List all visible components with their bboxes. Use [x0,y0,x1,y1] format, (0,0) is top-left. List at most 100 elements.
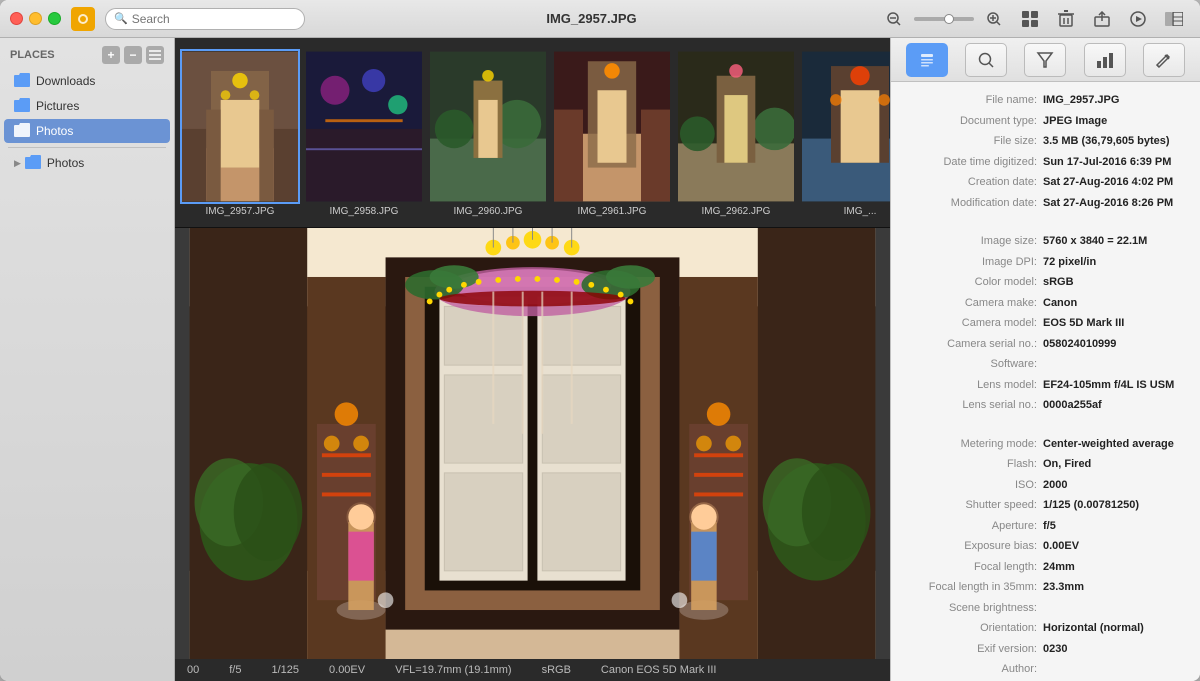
info-row-11: Camera model:EOS 5D Mark III [891,313,1200,334]
maximize-button[interactable] [48,12,61,25]
main-content: Places + − Downloads [0,38,1200,681]
info-value-10: Canon [1043,295,1188,312]
grid-view-button[interactable] [1014,5,1046,33]
toolbar-right [878,5,1190,33]
sidebar-item-pictures[interactable]: Pictures [4,94,170,118]
thumbnail-strip[interactable]: IMG_2957.JPG [175,38,890,228]
info-row-19: ISO:2000 [891,475,1200,496]
sidebar-toggle-button[interactable] [1158,5,1190,33]
info-label-11: Camera model: [903,315,1043,332]
folder-photos-icon [14,123,30,139]
info-value-7: 5760 x 3840 = 22.1M [1043,233,1188,250]
info-value-27: 0230 [1043,641,1188,658]
zoom-out-button[interactable] [878,5,910,33]
thumbnail-item-3[interactable]: IMG_2961.JPG [552,49,672,217]
info-row-10: Camera make:Canon [891,293,1200,314]
info-label-21: Aperture: [903,518,1043,535]
info-label-22: Exposure bias: [903,538,1043,555]
info-value-20: 1/125 (0.00781250) [1043,497,1188,514]
info-row-12: Camera serial no.:058024010999 [891,334,1200,355]
info-row-5: Modification date:Sat 27-Aug-2016 8:26 P… [891,193,1200,214]
thumbnail-item-0[interactable]: IMG_2957.JPG [180,49,300,217]
status-focal: VFL=19.7mm (19.1mm) [395,664,511,676]
info-label-9: Color model: [903,274,1043,291]
sidebar-remove-button[interactable]: − [124,46,142,64]
sidebar-downloads-label: Downloads [36,74,95,88]
sidebar-item-downloads[interactable]: Downloads [4,69,170,93]
window-title: IMG_2957.JPG [305,11,878,26]
status-bar: 00 f/5 1/125 0.00EV VFL=19.7mm (19.1mm) … [175,659,890,681]
sidebar-add-button[interactable]: + [102,46,120,64]
titlebar: 🔍 IMG_2957.JPG [0,0,1200,38]
info-value-2: 3.5 MB (36,79,605 bytes) [1043,133,1188,150]
info-label-28: Author: [903,661,1043,678]
search-bar[interactable]: 🔍 [105,8,305,30]
zoom-slider-container [914,17,974,21]
sidebar-group-photos[interactable]: ▶ Photos [4,152,170,174]
thumbnail-item-5[interactable]: IMG_... [800,49,890,217]
zoom-in-button[interactable] [978,5,1010,33]
status-colormodel: sRGB [542,664,571,676]
info-panel: File name:IMG_2957.JPGDocument type:JPEG… [890,38,1200,681]
info-row-17: Metering mode:Center-weighted average [891,434,1200,455]
sidebar: Places + − Downloads [0,38,175,681]
search-input[interactable] [132,12,296,26]
sidebar-item-photos[interactable]: Photos [4,119,170,143]
info-label-7: Image size: [903,233,1043,250]
sidebar-pictures-label: Pictures [36,99,79,113]
close-button[interactable] [10,12,23,25]
info-label-24: Focal length in 35mm: [903,579,1043,596]
folder-group-icon [25,155,41,171]
info-btn-filter[interactable] [1024,43,1066,77]
status-shutter: 1/125 [271,664,299,676]
info-value-8: 72 pixel/in [1043,254,1188,271]
minimize-button[interactable] [29,12,42,25]
info-label-25: Scene brightness: [903,600,1043,617]
sidebar-controls: + − [102,46,164,64]
info-row-4: Creation date:Sat 27-Aug-2016 4:02 PM [891,172,1200,193]
info-label-2: File size: [903,133,1043,150]
main-image-area [175,228,890,659]
sidebar-header: Places + − [0,38,174,68]
thumb-image-3 [552,49,672,204]
thumbnail-item-2[interactable]: IMG_2960.JPG [428,49,548,217]
thumb-image-1 [304,49,424,204]
info-btn-search[interactable] [965,43,1007,77]
info-value-11: EOS 5D Mark III [1043,315,1188,332]
expand-icon: ▶ [14,158,21,169]
thumbnail-item-4[interactable]: IMG_2962.JPG [676,49,796,217]
share-button[interactable] [1086,5,1118,33]
delete-button[interactable] [1050,5,1082,33]
sidebar-group-label: Photos [47,156,84,170]
info-label-14: Lens model: [903,377,1043,394]
info-value-17: Center-weighted average [1043,436,1188,453]
info-label-10: Camera make: [903,295,1043,312]
info-row-27: Exif version:0230 [891,639,1200,660]
thumb-label-5: IMG_... [844,206,877,217]
info-label-13: Software: [903,356,1043,373]
info-label-23: Focal length: [903,559,1043,576]
main-window: 🔍 IMG_2957.JPG [0,0,1200,681]
sidebar-list-button[interactable] [146,46,164,64]
info-value-4: Sat 27-Aug-2016 4:02 PM [1043,174,1188,191]
info-label-0: File name: [903,92,1043,109]
info-btn-info[interactable] [906,43,948,77]
info-value-24: 23.3mm [1043,579,1188,596]
info-row-16 [891,416,1200,434]
info-btn-edit[interactable] [1143,43,1185,77]
info-label-8: Image DPI: [903,254,1043,271]
info-btn-chart[interactable] [1084,43,1126,77]
content-area: IMG_2957.JPG [175,38,890,681]
info-value-9: sRGB [1043,274,1188,291]
thumbnail-item-1[interactable]: IMG_2958.JPG [304,49,424,217]
zoom-slider[interactable] [914,17,974,21]
thumb-label-2: IMG_2960.JPG [454,206,523,217]
info-row-20: Shutter speed:1/125 (0.00781250) [891,495,1200,516]
status-fstop: f/5 [229,664,241,676]
slideshow-button[interactable] [1122,5,1154,33]
thumb-image-0 [180,49,300,204]
info-label-27: Exif version: [903,641,1043,658]
info-row-28: Author: [891,659,1200,680]
sidebar-title: Places [10,49,102,61]
info-row-2: File size:3.5 MB (36,79,605 bytes) [891,131,1200,152]
